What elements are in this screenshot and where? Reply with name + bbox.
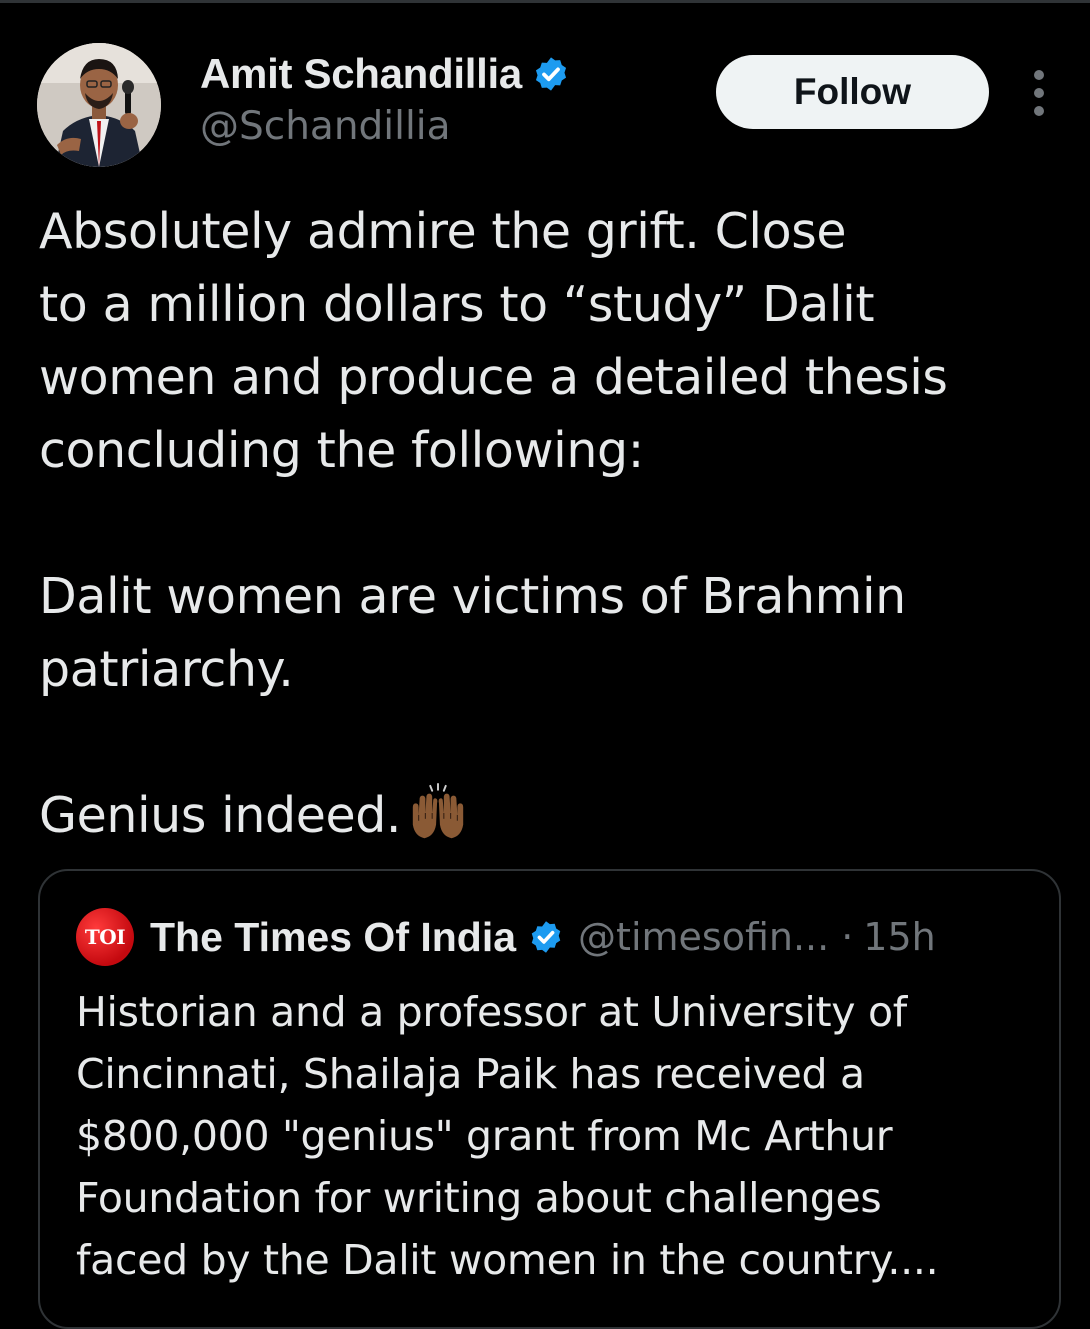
- tweet-text: Absolutely admire the grift. Close to a …: [39, 195, 1049, 852]
- tweet-paragraph: Dalit women are victims of Brahmin patri…: [39, 568, 906, 698]
- more-dot: [1034, 106, 1044, 116]
- author-name-row[interactable]: Amit Schandillia: [200, 46, 570, 102]
- tweet-paragraph-last: Genius indeed.: [39, 779, 1049, 852]
- verified-badge-icon: [535, 57, 566, 91]
- raising-hands-emoji-icon: [412, 782, 464, 839]
- more-dot: [1034, 88, 1044, 98]
- avatar-photo-icon: [37, 43, 161, 167]
- quoted-tweet-text: Historian and a professor at University …: [76, 988, 939, 1284]
- quoted-tweet-card[interactable]: TOI The Times Of India @timesofin... · 1…: [38, 869, 1061, 1329]
- quoted-author-name[interactable]: The Times Of India: [150, 914, 516, 961]
- quoted-tweet-header: TOI The Times Of India @timesofin... · 1…: [76, 907, 936, 967]
- more-dot: [1034, 70, 1044, 80]
- more-options-icon[interactable]: [1024, 70, 1054, 116]
- toi-logo-avatar[interactable]: TOI: [76, 908, 134, 966]
- author-avatar[interactable]: [37, 43, 161, 167]
- tweet-paragraph-text: Genius indeed.: [39, 787, 402, 844]
- toi-logo-text: TOI: [84, 925, 126, 949]
- tweet-paragraph: Absolutely admire the grift. Close to a …: [39, 203, 948, 479]
- separator-dot: ·: [841, 915, 854, 959]
- quoted-tweet-time[interactable]: 15h: [863, 915, 935, 959]
- quoted-author-handle[interactable]: @timesofin...: [578, 915, 829, 959]
- author-name[interactable]: Amit Schandillia: [200, 50, 522, 98]
- follow-button[interactable]: Follow: [716, 55, 989, 129]
- author-handle[interactable]: @Schandillia: [200, 104, 451, 149]
- top-divider: [0, 0, 1090, 3]
- verified-badge-icon: [531, 921, 561, 953]
